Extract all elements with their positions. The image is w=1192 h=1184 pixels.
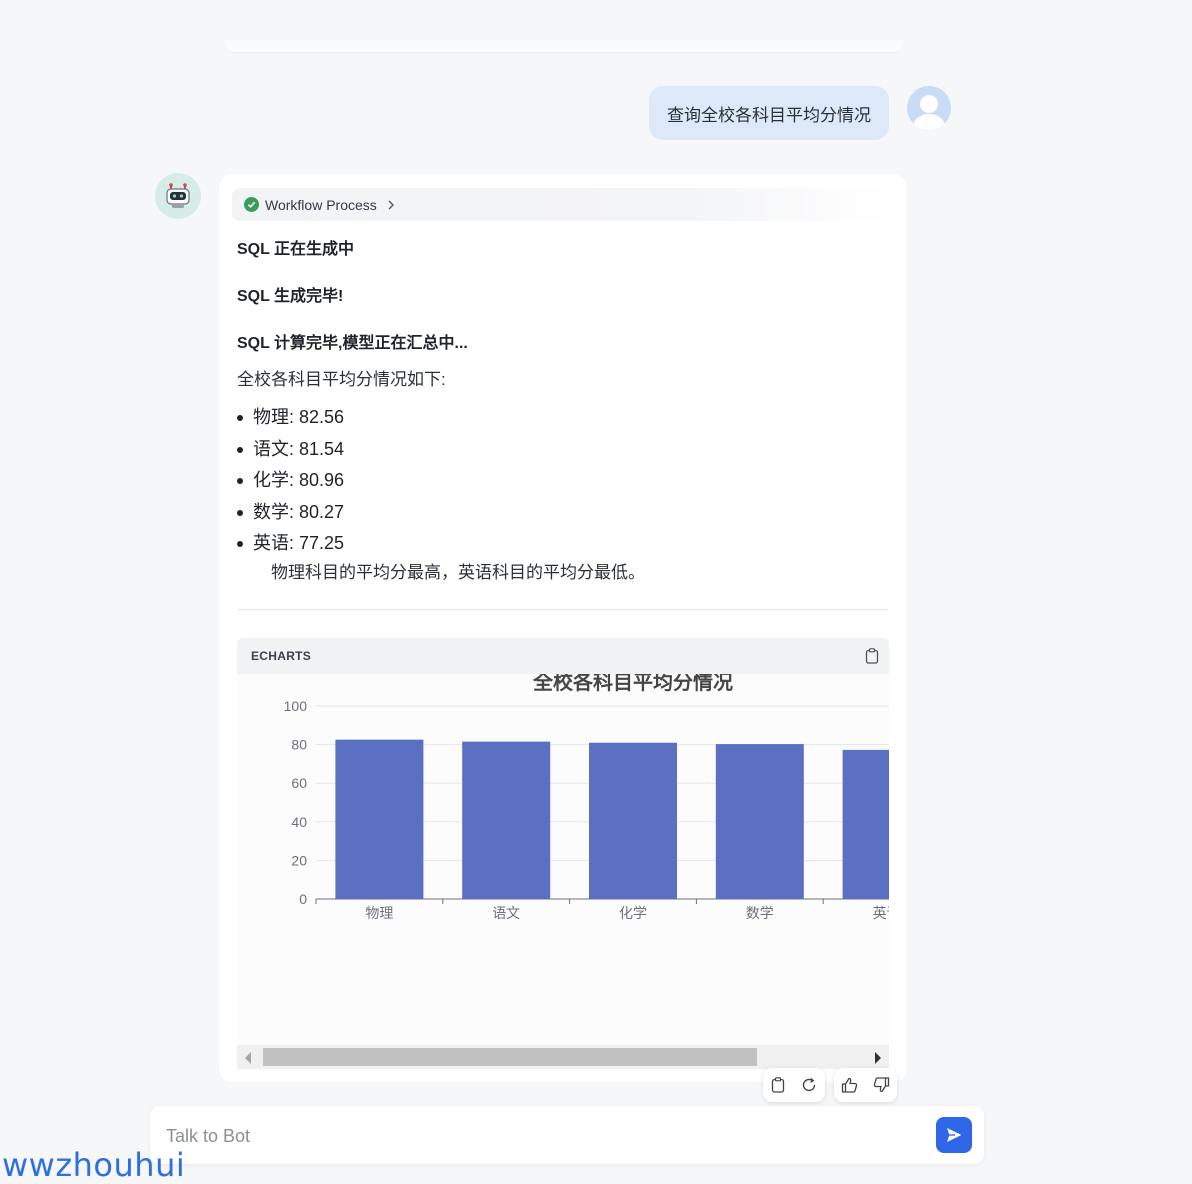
y-tick-label: 60 [291,775,307,791]
x-tick-label: 语文 [492,906,520,922]
user-message-bubble: 查询全校各科目平均分情况 [649,86,889,140]
dislike-button[interactable] [873,1077,890,1093]
bar-chart: 全校各科目平均分情况 0 20 40 60 80 100 物理 语文 化学 数学 英语 [237,674,889,1044]
regenerate-button[interactable] [801,1077,817,1093]
x-tick-label: 物理 [365,906,393,922]
list-item: 语文: 81.54 [253,434,344,466]
horizontal-scrollbar[interactable] [237,1045,889,1069]
list-item: 化学: 80.96 [253,465,344,497]
bar-5 [843,750,889,899]
message-actions-right [834,1068,897,1102]
chat-input[interactable] [164,1118,928,1154]
clipboard-icon [865,648,879,664]
bot-message-card: Workflow Process SQL 正在生成中 SQL 生成完毕! SQL… [219,174,907,1082]
workflow-label: Workflow Process [265,197,377,213]
bar-3 [589,743,677,899]
subject-average-list: 物理: 82.56 语文: 81.54 化学: 80.96 数学: 80.27 … [253,402,344,560]
code-block-header: ECHARTS [237,638,889,674]
answer-intro: 全校各科目平均分情况如下: [237,365,446,390]
watermark-text: wwzhouhui [2,1146,185,1184]
thumbs-down-icon [873,1077,890,1093]
bar-2 [462,742,550,899]
bar-4 [716,744,804,899]
chat-input-bar [150,1106,984,1164]
divider [237,609,889,610]
refresh-icon [801,1077,817,1093]
copy-message-button[interactable] [771,1077,785,1093]
robot-icon [163,181,193,211]
user-message-text: 查询全校各科目平均分情况 [667,101,871,126]
scroll-right-arrow-icon[interactable] [874,1051,881,1069]
thumbs-up-icon [841,1077,858,1093]
chart-title: 全校各科目平均分情况 [532,674,733,694]
user-avatar [907,86,951,130]
scrollbar-thumb[interactable] [263,1048,757,1066]
chevron-right-icon [387,197,395,213]
like-button[interactable] [841,1077,858,1093]
send-icon [945,1126,963,1144]
list-item: 物理: 82.56 [253,402,344,434]
status-sql-computed: SQL 计算完毕,模型正在汇总中... [237,329,468,353]
previous-message-edge [224,40,904,53]
answer-conclusion: 物理科目的平均分最高，英语科目的平均分最低。 [271,558,645,583]
echarts-code-block: ECHARTS 全校各科目平均分情况 0 20 40 60 80 100 物理 语文 化学 数学 英语 [237,638,889,1070]
workflow-process-toggle[interactable]: Workflow Process [232,188,890,221]
bar-1 [335,740,423,899]
y-tick-label: 40 [291,814,307,830]
check-circle-icon [244,197,259,212]
status-sql-generating: SQL 正在生成中 [237,235,354,259]
user-silhouette-icon [907,86,951,130]
code-language-label: ECHARTS [251,649,311,663]
y-tick-label: 80 [291,737,307,753]
list-item: 数学: 80.27 [253,497,344,529]
x-tick-label: 化学 [619,906,647,922]
scroll-left-arrow-icon[interactable] [245,1051,252,1069]
bot-avatar [155,173,201,219]
copy-code-button[interactable] [865,648,879,669]
y-tick-label: 0 [299,891,307,907]
list-item: 英语: 77.25 [253,528,344,560]
x-tick-label: 数学 [746,906,774,922]
clipboard-icon [771,1077,785,1093]
y-tick-label: 20 [291,852,307,868]
send-button[interactable] [936,1117,972,1153]
y-tick-label: 100 [284,698,308,714]
x-tick-label: 英语 [873,905,889,922]
status-sql-generated: SQL 生成完毕! [237,282,343,306]
message-actions-left [763,1068,825,1102]
